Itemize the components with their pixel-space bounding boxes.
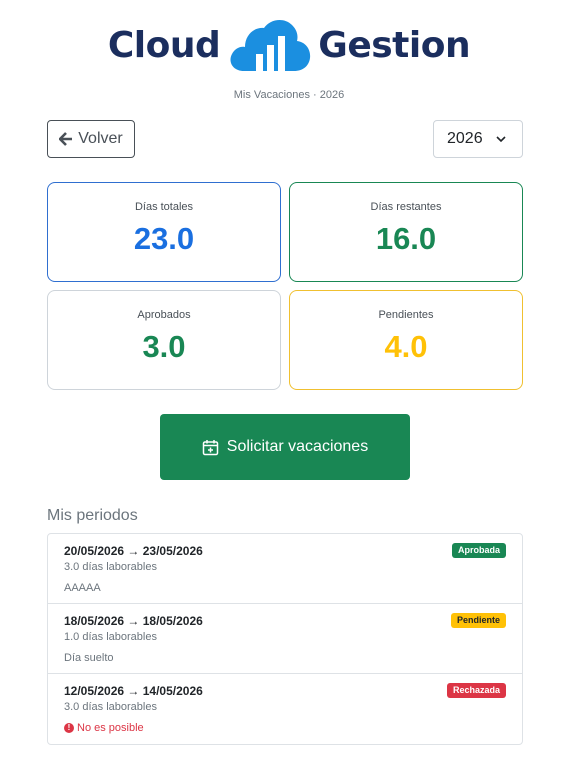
period-days: 3.0 días laborables [64, 701, 157, 713]
stat-label: Pendientes [378, 309, 434, 321]
stat-label: Días restantes [370, 201, 442, 213]
period-days: 1.0 días laborables [64, 631, 157, 643]
app-logo: Cloud Gestion [0, 14, 578, 76]
chevron-down-icon [496, 136, 506, 143]
section-title: Mis periodos [47, 507, 138, 524]
back-button-label: Volver [78, 130, 123, 147]
back-button[interactable]: Volver [47, 120, 135, 158]
list-item[interactable]: 20/05/2026 → 23/05/2026 3.0 días laborab… [48, 534, 522, 604]
stat-card-pending: Pendientes 4.0 [289, 290, 523, 390]
periods-list: 20/05/2026 → 23/05/2026 3.0 días laborab… [47, 533, 523, 745]
status-badge: Aprobada [451, 543, 506, 558]
period-note: AAAAA [64, 582, 101, 594]
list-item[interactable]: 18/05/2026 → 18/05/2026 1.0 días laborab… [48, 604, 522, 674]
period-days: 3.0 días laborables [64, 561, 157, 573]
period-dates: 12/05/2026 → 14/05/2026 [64, 684, 203, 698]
stat-card-remaining-days: Días restantes 16.0 [289, 182, 523, 282]
period-dates: 18/05/2026 → 18/05/2026 [64, 614, 203, 628]
calendar-plus-icon [202, 439, 219, 455]
stat-card-approved: Aprobados 3.0 [47, 290, 281, 390]
period-note: Día suelto [64, 652, 114, 664]
period-dates: 20/05/2026 → 23/05/2026 [64, 544, 203, 558]
request-vacation-label: Solicitar vacaciones [226, 438, 369, 455]
exclamation-circle-icon: ! [64, 723, 74, 733]
arrow-left-icon [59, 132, 73, 146]
period-note-error: ! No es posible [64, 722, 144, 734]
stat-label: Días totales [134, 201, 194, 213]
stat-label: Aprobados [137, 309, 191, 321]
stat-value: 3.0 [142, 329, 186, 364]
stat-card-total-days: Días totales 23.0 [47, 182, 281, 282]
year-select-value: 2026 [447, 130, 483, 147]
stat-value: 23.0 [133, 221, 195, 256]
logo-text-right: Gestion [318, 24, 471, 66]
cloud-chart-icon [230, 19, 311, 71]
status-badge: Pendiente [450, 613, 506, 628]
period-note: No es posible [77, 722, 144, 734]
status-badge: Rechazada [446, 683, 506, 698]
page-subtitle: Mis Vacaciones · 2026 [233, 89, 345, 101]
request-vacation-button[interactable]: Solicitar vacaciones [160, 414, 410, 480]
stat-value: 16.0 [375, 221, 437, 256]
year-select[interactable]: 2026 [433, 120, 523, 158]
list-item[interactable]: 12/05/2026 → 14/05/2026 3.0 días laborab… [48, 674, 522, 744]
stat-value: 4.0 [384, 329, 428, 364]
logo-text-left: Cloud [107, 24, 221, 66]
